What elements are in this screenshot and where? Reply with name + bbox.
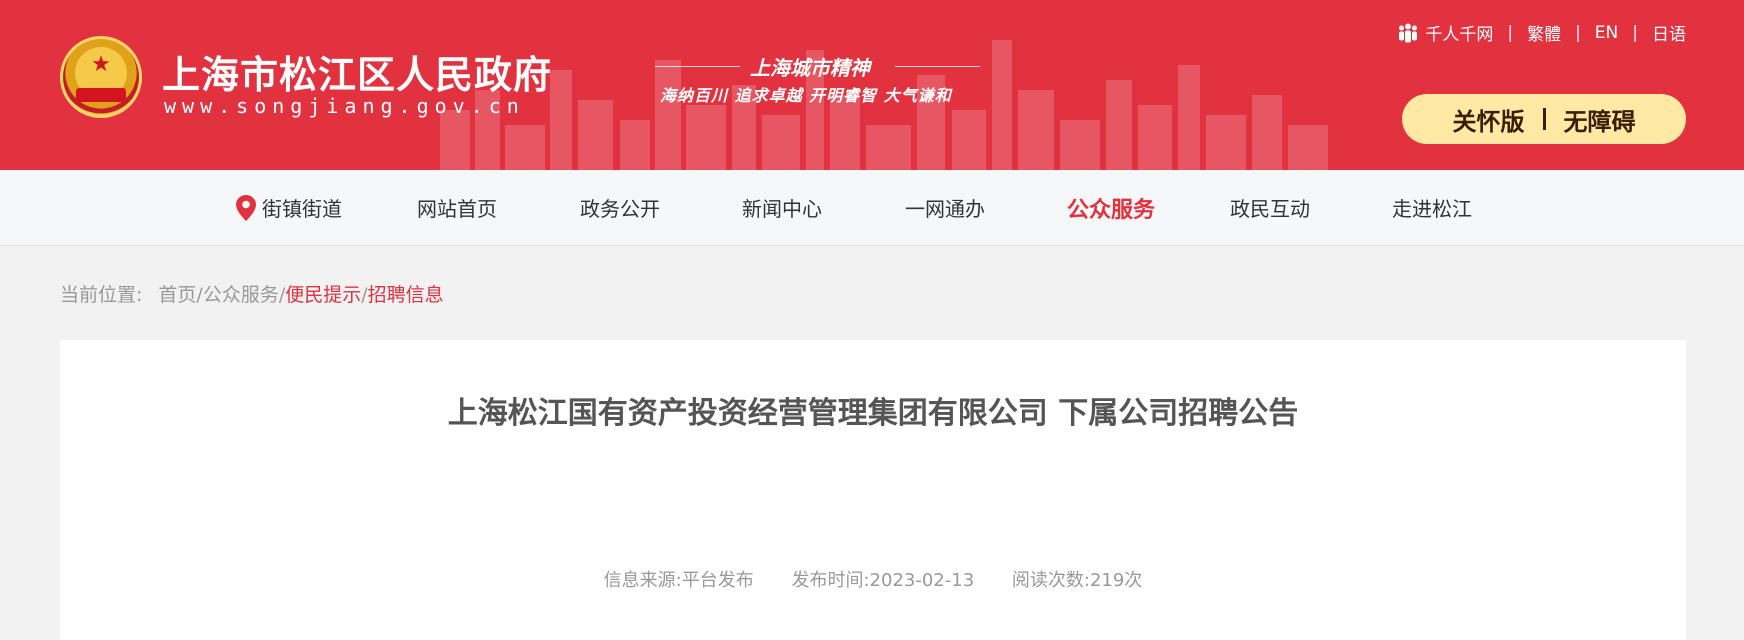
breadcrumb-prefix: 当前位置: [60, 284, 143, 306]
top-links: 千人千网 | 繁體 | EN | 日语 [1397, 20, 1686, 45]
pill-divider [1542, 108, 1546, 130]
link-qianrenqianwang[interactable]: 千人千网 [1425, 20, 1493, 45]
accessibility-pill: 关怀版 无障碍 [1402, 94, 1686, 144]
site-title[interactable]: 上海市松江区人民政府 [162, 44, 552, 99]
link-english[interactable]: EN [1595, 23, 1618, 43]
city-spirit-title: 上海城市精神 [750, 56, 870, 80]
divider-line [655, 66, 740, 67]
breadcrumb: 当前位置: 首页/公众服务/便民提示/招聘信息 [60, 280, 444, 307]
breadcrumb-convenience-tips[interactable]: 便民提示 [285, 284, 361, 306]
article-card: 上海松江国有资产投资经营管理集团有限公司 下属公司招聘公告 信息来源:平台发布 … [60, 340, 1686, 640]
article-title: 上海松江国有资产投资经营管理集团有限公司 下属公司招聘公告 [447, 396, 1299, 431]
breadcrumb-public-services[interactable]: 公众服务 [203, 284, 279, 306]
nav-item-home[interactable]: 网站首页 [417, 170, 497, 245]
link-traditional-chinese[interactable]: 繁體 [1527, 20, 1561, 45]
nav-item-interaction[interactable]: 政民互动 [1230, 170, 1310, 245]
link-separator: | [1507, 22, 1514, 43]
emblem-base [76, 88, 126, 102]
nav-item-about-songjiang[interactable]: 走进松江 [1392, 170, 1472, 245]
link-separator: | [1575, 22, 1581, 43]
city-spirit-slogan: 海纳百川 追求卓越 开明睿智 大气谦和 [660, 86, 952, 105]
nav-item-one-network[interactable]: 一网通办 [905, 170, 985, 245]
site-header: ★ 上海市松江区人民政府 www.songjiang.gov.cn 上海城市精神… [0, 0, 1744, 170]
nav-item-towns[interactable]: 街镇街道 [236, 170, 342, 245]
article-read-count: 阅读次数:219次 [1011, 570, 1143, 591]
people-icon [1397, 23, 1419, 43]
article-source: 信息来源:平台发布 [603, 570, 754, 591]
link-separator: | [1632, 22, 1638, 43]
main-nav: 街镇街道 网站首页 政务公开 新闻中心 一网通办 公众服务 政民互动 走进松江 [0, 170, 1744, 246]
location-pin-icon [236, 194, 256, 221]
accessibility-button[interactable]: 无障碍 [1564, 102, 1636, 137]
article-publish-date: 发布时间:2023-02-13 [791, 570, 975, 591]
breadcrumb-recruitment-info[interactable]: 招聘信息 [368, 284, 444, 306]
link-japanese[interactable]: 日语 [1652, 20, 1686, 45]
article-meta: 信息来源:平台发布 发布时间:2023-02-13 阅读次数:219次 [60, 566, 1686, 592]
nav-item-government-affairs[interactable]: 政务公开 [580, 170, 660, 245]
divider-line [895, 66, 980, 67]
star-icon: ★ [91, 52, 111, 77]
care-mode-button[interactable]: 关怀版 [1453, 102, 1525, 137]
breadcrumb-home[interactable]: 首页 [158, 284, 196, 306]
nav-item-public-services[interactable]: 公众服务 [1067, 170, 1155, 245]
nav-item-label: 街镇街道 [262, 197, 342, 221]
nav-item-news-center[interactable]: 新闻中心 [742, 170, 822, 245]
site-domain: www.songjiang.gov.cn [164, 94, 525, 118]
national-emblem-logo[interactable]: ★ [60, 36, 142, 118]
